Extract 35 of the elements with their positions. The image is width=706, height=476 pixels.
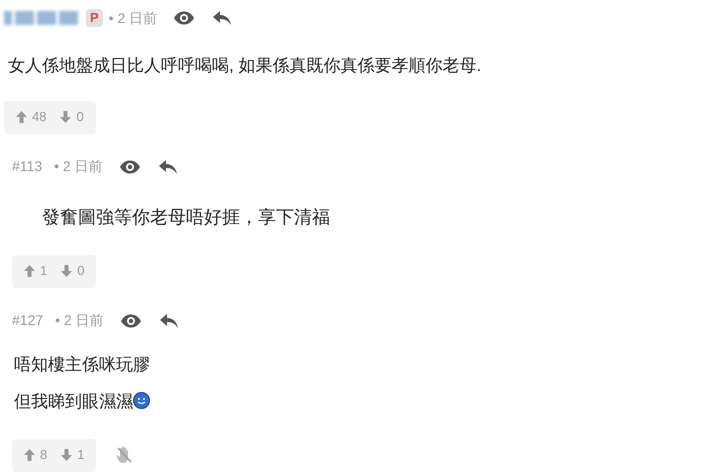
post-time: • 2 日前 <box>54 157 103 176</box>
downvote-icon <box>61 265 72 277</box>
comment-number: #113 <box>12 157 42 176</box>
reply-icon[interactable] <box>213 11 232 25</box>
eye-icon[interactable] <box>118 160 141 174</box>
upvote-count: 1 <box>40 262 48 280</box>
comment-number: #127 <box>12 311 44 330</box>
post-time: • 2 日前 <box>55 311 104 330</box>
upvote-icon <box>24 449 35 461</box>
upvote-button[interactable]: 48 <box>16 107 46 127</box>
downvote-button[interactable]: 1 <box>61 445 84 465</box>
comment-text: 但我睇到眼濕濕 <box>14 389 706 414</box>
reply-icon[interactable] <box>158 160 177 174</box>
post-time: • 2 日前 <box>108 8 158 28</box>
upvote-button[interactable]: 1 <box>24 261 48 281</box>
hand-icon[interactable] <box>116 446 132 464</box>
eye-icon[interactable] <box>120 314 142 328</box>
comment-text: 女人係地盤成日比人呼呼喝喝, 如果係真既你真係要孝順你老母. <box>8 55 482 77</box>
reply-icon[interactable] <box>160 314 178 328</box>
eye-icon[interactable] <box>173 11 196 25</box>
upvote-icon <box>24 265 35 277</box>
downvote-count: 1 <box>77 446 84 464</box>
downvote-count: 0 <box>77 262 84 280</box>
downvote-icon <box>60 111 72 123</box>
downvote-icon <box>61 449 72 461</box>
comment-text: 發奮圖強等你老母唔好捱，享下清福 <box>42 206 331 228</box>
downvote-count: 0 <box>76 108 84 126</box>
upvote-icon <box>16 111 27 123</box>
downvote-button[interactable]: 0 <box>61 261 84 281</box>
upvote-button[interactable]: 8 <box>24 445 48 465</box>
comment-text: 唔知樓主係咪玩膠 <box>14 354 151 376</box>
downvote-button[interactable]: 0 <box>60 107 84 127</box>
upvote-count: 48 <box>32 108 46 126</box>
badge: P <box>86 9 103 27</box>
upvote-count: 8 <box>40 446 48 464</box>
